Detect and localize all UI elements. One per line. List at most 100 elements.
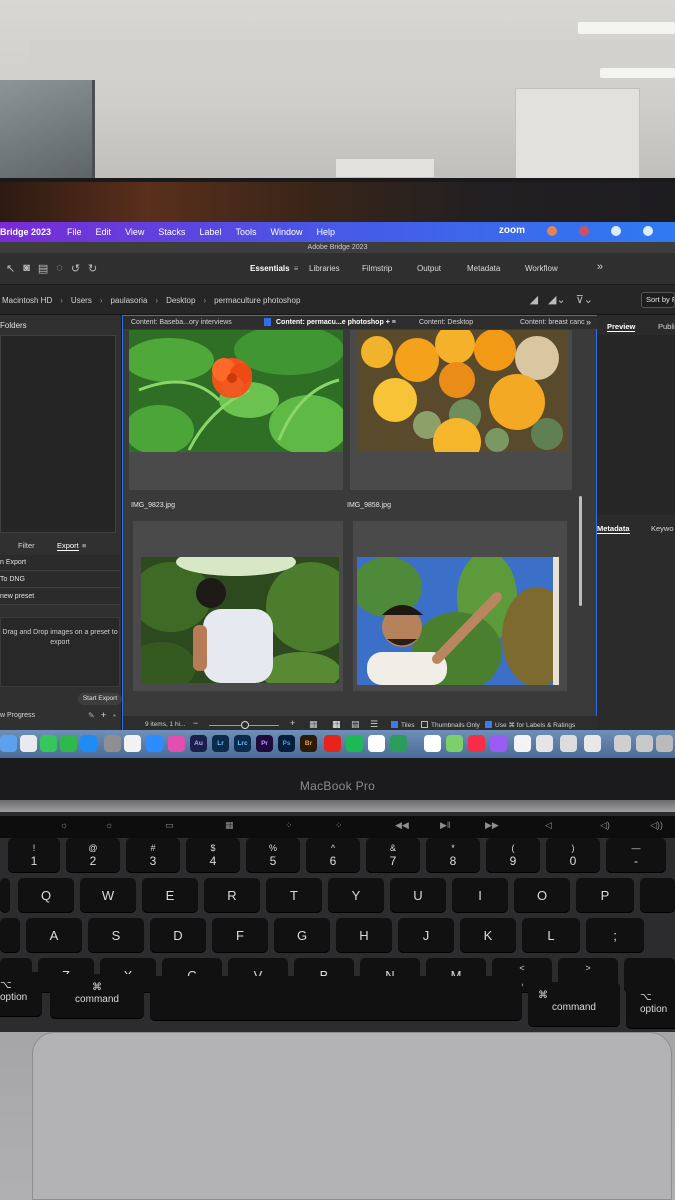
dock-app-icon[interactable] (636, 735, 653, 752)
tab-key[interactable] (0, 878, 10, 912)
key[interactable]: ! 1 (8, 838, 60, 872)
key[interactable]: F (212, 918, 268, 952)
key[interactable]: $4 (186, 838, 240, 872)
dock-app-icon[interactable] (104, 735, 121, 752)
fast-forward-icon[interactable]: ▶▶ (485, 820, 499, 831)
key[interactable]: G (274, 918, 330, 952)
key[interactable]: O (514, 878, 570, 912)
menu-file[interactable]: File (67, 227, 82, 237)
dock-app-icon[interactable]: Au (190, 735, 207, 752)
dock-app-icon[interactable] (468, 735, 485, 752)
tab-filter[interactable]: Filter (18, 541, 35, 550)
labels-ratings-checkbox[interactable]: Use ⌘ for Labels & Ratings (485, 721, 575, 729)
key[interactable]: Y (328, 878, 384, 912)
tab-content-baseball[interactable]: Content: Baseba...ory interviews (131, 319, 232, 326)
key[interactable]: J (398, 918, 454, 952)
tab-menu-icon[interactable]: ≡ (392, 319, 396, 326)
dock-app-icon[interactable] (0, 735, 17, 752)
command-key-left[interactable]: ⌘ command (50, 974, 144, 1018)
key[interactable]: * 8 (426, 838, 480, 872)
kbd-bright-icon[interactable]: ⁘ (335, 820, 343, 831)
rewind-icon[interactable]: ◀◀ (395, 820, 409, 831)
dock-app-icon[interactable] (560, 735, 577, 752)
edit-icon[interactable]: ✎ (88, 711, 95, 720)
key[interactable]: — - (606, 838, 666, 872)
progress-tab[interactable]: w Progress (0, 712, 35, 719)
refine-icon[interactable]: ▤ (38, 262, 48, 275)
control-center-icon[interactable] (643, 225, 653, 236)
export-preset-row[interactable]: To DNG (0, 572, 120, 588)
dock-app-icon[interactable] (390, 735, 407, 752)
tab-content-permaculture[interactable]: Content: permacu...e photoshop + ≡ (264, 318, 396, 326)
touch-bar[interactable]: ☼ ☼ ▭ ▦ ⁘ ⁘ ◀◀ ▶‖ ▶▶ ◁ ◁) ◁)) (0, 816, 675, 838)
dock-app-icon[interactable]: Pr (256, 735, 273, 752)
dock-app-icon[interactable] (40, 735, 57, 752)
trash-icon[interactable]: ▪ (113, 711, 116, 720)
dock-app-icon[interactable] (446, 735, 463, 752)
key[interactable]: @2 (66, 838, 120, 872)
key[interactable]: ) 0 (546, 838, 600, 872)
dock-app-icon[interactable] (614, 735, 631, 752)
tab-publish[interactable]: Publi (658, 322, 675, 331)
key[interactable]: K (460, 918, 516, 952)
quality-icon[interactable]: ◢ (530, 293, 538, 306)
rotate-right-icon[interactable]: ↻ (88, 262, 97, 275)
dock-app-icon[interactable] (346, 735, 363, 752)
key[interactable]: D (150, 918, 206, 952)
folders-tab[interactable]: Folders (0, 321, 27, 330)
thumbnails-only-checkbox[interactable]: Thumbnails Only (421, 721, 480, 729)
more-tabs-icon[interactable]: » (586, 317, 591, 327)
mute-icon[interactable]: ◁ (545, 820, 552, 831)
key[interactable]: S (88, 918, 144, 952)
dock-app-icon[interactable] (490, 735, 507, 752)
dock-app-icon[interactable] (424, 735, 441, 752)
dock-app-icon[interactable]: Br (300, 735, 317, 752)
details-view-icon[interactable]: ▤ (351, 719, 360, 730)
slider-knob[interactable] (241, 721, 249, 729)
key[interactable]: ^ 6 (306, 838, 360, 872)
sync-icon[interactable]: ◌ (56, 262, 63, 275)
play-pause-icon[interactable]: ▶‖ (440, 820, 451, 831)
crumb-users[interactable]: Users (71, 296, 92, 305)
thumbnail-view-icon[interactable]: ▦ (332, 719, 341, 730)
key[interactable]: H (336, 918, 392, 952)
menu-edit[interactable]: Edit (96, 227, 112, 237)
tray-icon[interactable] (547, 225, 557, 236)
dock-app-icon[interactable] (80, 735, 97, 752)
menu-stacks[interactable]: Stacks (158, 227, 185, 237)
menu-tools[interactable]: Tools (235, 227, 256, 237)
rotate-left-icon[interactable]: ↺ (71, 262, 80, 275)
crumb-current-folder[interactable]: permaculture photoshop (214, 296, 300, 305)
dock-app-icon[interactable] (656, 735, 673, 752)
tab-content-breast[interactable]: Content: breast canc (520, 319, 585, 326)
thumbnail-cell[interactable]: IMG_9858.jpg (347, 330, 572, 509)
volume-down-icon[interactable]: ◁) (600, 820, 610, 831)
key[interactable] (640, 878, 675, 912)
dock-app-icon[interactable]: Lr (212, 735, 229, 752)
dock-app-icon[interactable] (60, 735, 77, 752)
key[interactable]: P (576, 878, 634, 912)
start-export-button[interactable]: Start Export (78, 693, 122, 705)
key[interactable]: L (522, 918, 580, 952)
menu-help[interactable]: Help (317, 227, 336, 237)
command-key-right[interactable]: ⌘ command (528, 982, 620, 1026)
tray-icon[interactable] (579, 225, 589, 236)
key[interactable]: & 7 (366, 838, 420, 872)
mission-control-icon[interactable]: ▭ (165, 820, 174, 831)
thumbnail-cell[interactable]: IMG_9823.jpg (129, 330, 343, 509)
app-menu[interactable]: Bridge 2023 (0, 227, 51, 237)
filter-icon[interactable]: ⊽⌄ (576, 293, 593, 306)
dock-app-icon[interactable]: Lrc (234, 735, 251, 752)
tiles-checkbox[interactable]: Tiles (391, 721, 414, 729)
thumbnail-cell[interactable] (133, 521, 343, 691)
dock-app-icon[interactable] (324, 735, 341, 752)
dock-app-icon[interactable] (536, 735, 553, 752)
tab-export[interactable]: Export (57, 541, 79, 551)
workspace-menu-icon[interactable]: ≡ (294, 264, 299, 273)
dock-app-icon[interactable] (368, 735, 385, 752)
zoom-status-item[interactable]: zoom (499, 225, 525, 236)
camera-icon[interactable]: ◙ (23, 262, 30, 275)
key[interactable]: R (204, 878, 260, 912)
dock-app-icon[interactable]: Ps (278, 735, 295, 752)
more-workspaces-icon[interactable]: » (597, 261, 603, 273)
